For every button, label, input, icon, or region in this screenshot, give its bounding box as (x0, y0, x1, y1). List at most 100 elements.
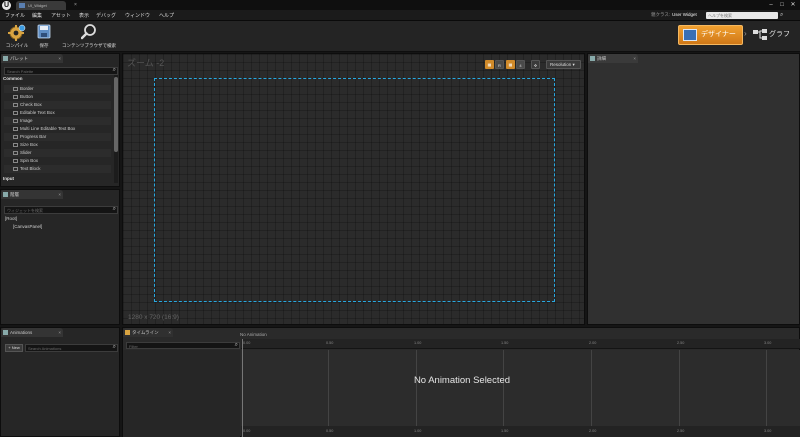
tick-label: 1.00 (414, 341, 422, 345)
details-icon (590, 56, 595, 61)
palette-category-common[interactable]: Common (3, 76, 23, 81)
close-button[interactable]: ✕ (788, 1, 798, 9)
palette-item-multi-line-text-box[interactable]: Multi Line Editable Text Box (4, 125, 111, 133)
move-arrows-icon[interactable]: ✥ (531, 60, 540, 69)
palette-scrollbar-thumb[interactable] (114, 77, 118, 152)
palette-item-progress-bar[interactable]: Progress Bar (4, 133, 111, 141)
tick-label: 0.50 (326, 341, 334, 345)
animations-tab[interactable]: Animations × (1, 328, 63, 337)
menu-edit[interactable]: 編集 (32, 12, 42, 19)
hierarchy-panel: 階層 × ウィジェットを検索 ⌕ [Root] [CanvasPanel] (0, 189, 120, 325)
search-icon[interactable]: ⌕ (780, 12, 787, 19)
palette-item-image[interactable]: Image (4, 117, 111, 125)
browse-content-button[interactable]: コンテンツブラウザで検索 (57, 23, 121, 50)
tick-label: 2.50 (677, 429, 685, 433)
playhead[interactable] (242, 339, 243, 437)
designer-mode-button[interactable]: デザイナー (678, 25, 743, 45)
hierarchy-close-icon[interactable]: × (58, 190, 61, 199)
details-close-icon[interactable]: × (633, 54, 636, 63)
menu-file[interactable]: ファイル (5, 12, 25, 19)
timeline-panel: タイムライン × No Animation Filter ⌕ 0.00 0.50… (122, 327, 800, 437)
widget-blueprint-icon (19, 3, 25, 8)
search-icon: ⌕ (112, 206, 116, 212)
current-animation-label: No Animation (240, 332, 267, 337)
image-icon (13, 119, 18, 123)
hierarchy-search-placeholder: ウィジェットを検索 (7, 208, 43, 213)
tick-label: 2.00 (589, 341, 597, 345)
menu-help[interactable]: ヘルプ (159, 12, 174, 19)
graph-mode-label: グラフ (769, 31, 790, 38)
palette-item-editable-text-box[interactable]: Editable Text Box (4, 109, 111, 117)
slider-icon (13, 151, 18, 155)
toggle-grid-icon[interactable]: ▦ (506, 60, 515, 69)
tree-item-canvas-panel[interactable]: [CanvasPanel] (13, 224, 42, 229)
palette-title: パレット (10, 56, 28, 61)
palette-item-spin-box[interactable]: Spin Box (4, 157, 111, 165)
palette-tab[interactable]: パレット × (1, 54, 63, 63)
palette-item-label: Multi Line Editable Text Box (20, 126, 76, 131)
palette-item-text-block[interactable]: Text Block (4, 165, 111, 173)
resolution-dropdown[interactable]: Resolution ▾ (546, 60, 581, 69)
animations-close-icon[interactable]: × (58, 328, 61, 337)
palette-item-check-box[interactable]: Check Box (4, 101, 111, 109)
palette-category-input[interactable]: Input (3, 176, 14, 181)
compile-label: コンパイル (5, 43, 29, 48)
parent-class-value[interactable]: User Widget (672, 12, 697, 17)
designer-canvas[interactable]: ズーム -2 ▦ R ▦ 4 ✥ Resolution ▾ 1280 x 720… (122, 53, 585, 325)
timeline-title: タイムライン (132, 330, 159, 335)
compile-button[interactable]: コンパイル (2, 23, 32, 50)
palette-search-input[interactable]: Search Palette ⌕ (4, 67, 118, 75)
tab-close-icon[interactable]: × (74, 1, 77, 10)
border-icon (13, 87, 18, 91)
maximize-button[interactable]: □ (777, 1, 787, 9)
tick-label: 3.00 (764, 429, 772, 433)
grid-size-button[interactable]: 4 (516, 60, 525, 69)
palette-item-border[interactable]: Border (4, 85, 111, 93)
document-tab[interactable]: UI_Widget × (16, 1, 77, 10)
hierarchy-tab[interactable]: 階層 × (1, 190, 63, 199)
tick-label: 0.00 (243, 429, 251, 433)
animations-search-input[interactable]: Search Animations ⌕ (25, 344, 118, 352)
palette-scrollbar[interactable] (114, 75, 118, 183)
time-ruler[interactable]: 0.00 0.50 1.00 1.50 2.00 2.50 3.00 (241, 339, 800, 349)
unreal-logo-icon[interactable]: U (2, 1, 11, 10)
timeline-track-area[interactable] (241, 350, 800, 426)
menu-window[interactable]: ウィンドウ (125, 12, 150, 19)
timeline-close-icon[interactable]: × (168, 328, 171, 337)
new-animation-button[interactable]: + New (5, 344, 23, 352)
tick-label: 1.00 (414, 429, 422, 433)
toggle-layout-icon[interactable]: ▦ (485, 60, 494, 69)
palette-close-icon[interactable]: × (58, 54, 61, 63)
spin-box-icon (13, 159, 18, 163)
palette-item-label: Progress Bar (20, 134, 47, 139)
palette-icon (3, 56, 8, 61)
hierarchy-icon (3, 192, 8, 197)
save-button[interactable]: 保存 (34, 23, 54, 50)
tree-item-root[interactable]: [Root] (5, 216, 17, 221)
help-search-input[interactable] (706, 12, 778, 19)
palette-item-slider[interactable]: Slider (4, 149, 111, 157)
graph-mode-button[interactable]: グラフ (752, 25, 798, 45)
tick-label: 1.50 (501, 429, 509, 433)
palette-item-button[interactable]: Button (4, 93, 111, 101)
details-tab[interactable]: 詳細 × (588, 54, 638, 63)
timeline-tab[interactable]: タイムライン × (123, 328, 173, 337)
palette-item-size-box[interactable]: Size Box (4, 141, 111, 149)
toggle-r-button[interactable]: R (495, 60, 504, 69)
menu-view[interactable]: 表示 (79, 12, 89, 19)
menu-asset[interactable]: アセット (51, 12, 71, 19)
screen-frame (154, 78, 555, 302)
minimize-button[interactable]: – (766, 1, 776, 9)
menu-bar: ファイル 編集 アセット 表示 デバッグ ウィンドウ ヘルプ 親クラス: Use… (0, 10, 800, 21)
zoom-level-label: ズーム -2 (127, 58, 165, 68)
time-ruler-bottom[interactable]: 0.00 0.50 1.00 1.50 2.00 2.50 3.00 (241, 426, 800, 437)
hierarchy-search-input[interactable]: ウィジェットを検索 ⌕ (4, 206, 118, 214)
grid-line (766, 350, 767, 426)
timeline-filter-input[interactable]: Filter ⌕ (126, 342, 240, 349)
grid-line (503, 350, 504, 426)
details-panel: 詳細 × (587, 53, 800, 325)
magnifier-icon (81, 24, 96, 40)
timeline-filter-placeholder: Filter (129, 344, 138, 349)
menu-debug[interactable]: デバッグ (96, 12, 116, 19)
track-list (123, 350, 240, 437)
